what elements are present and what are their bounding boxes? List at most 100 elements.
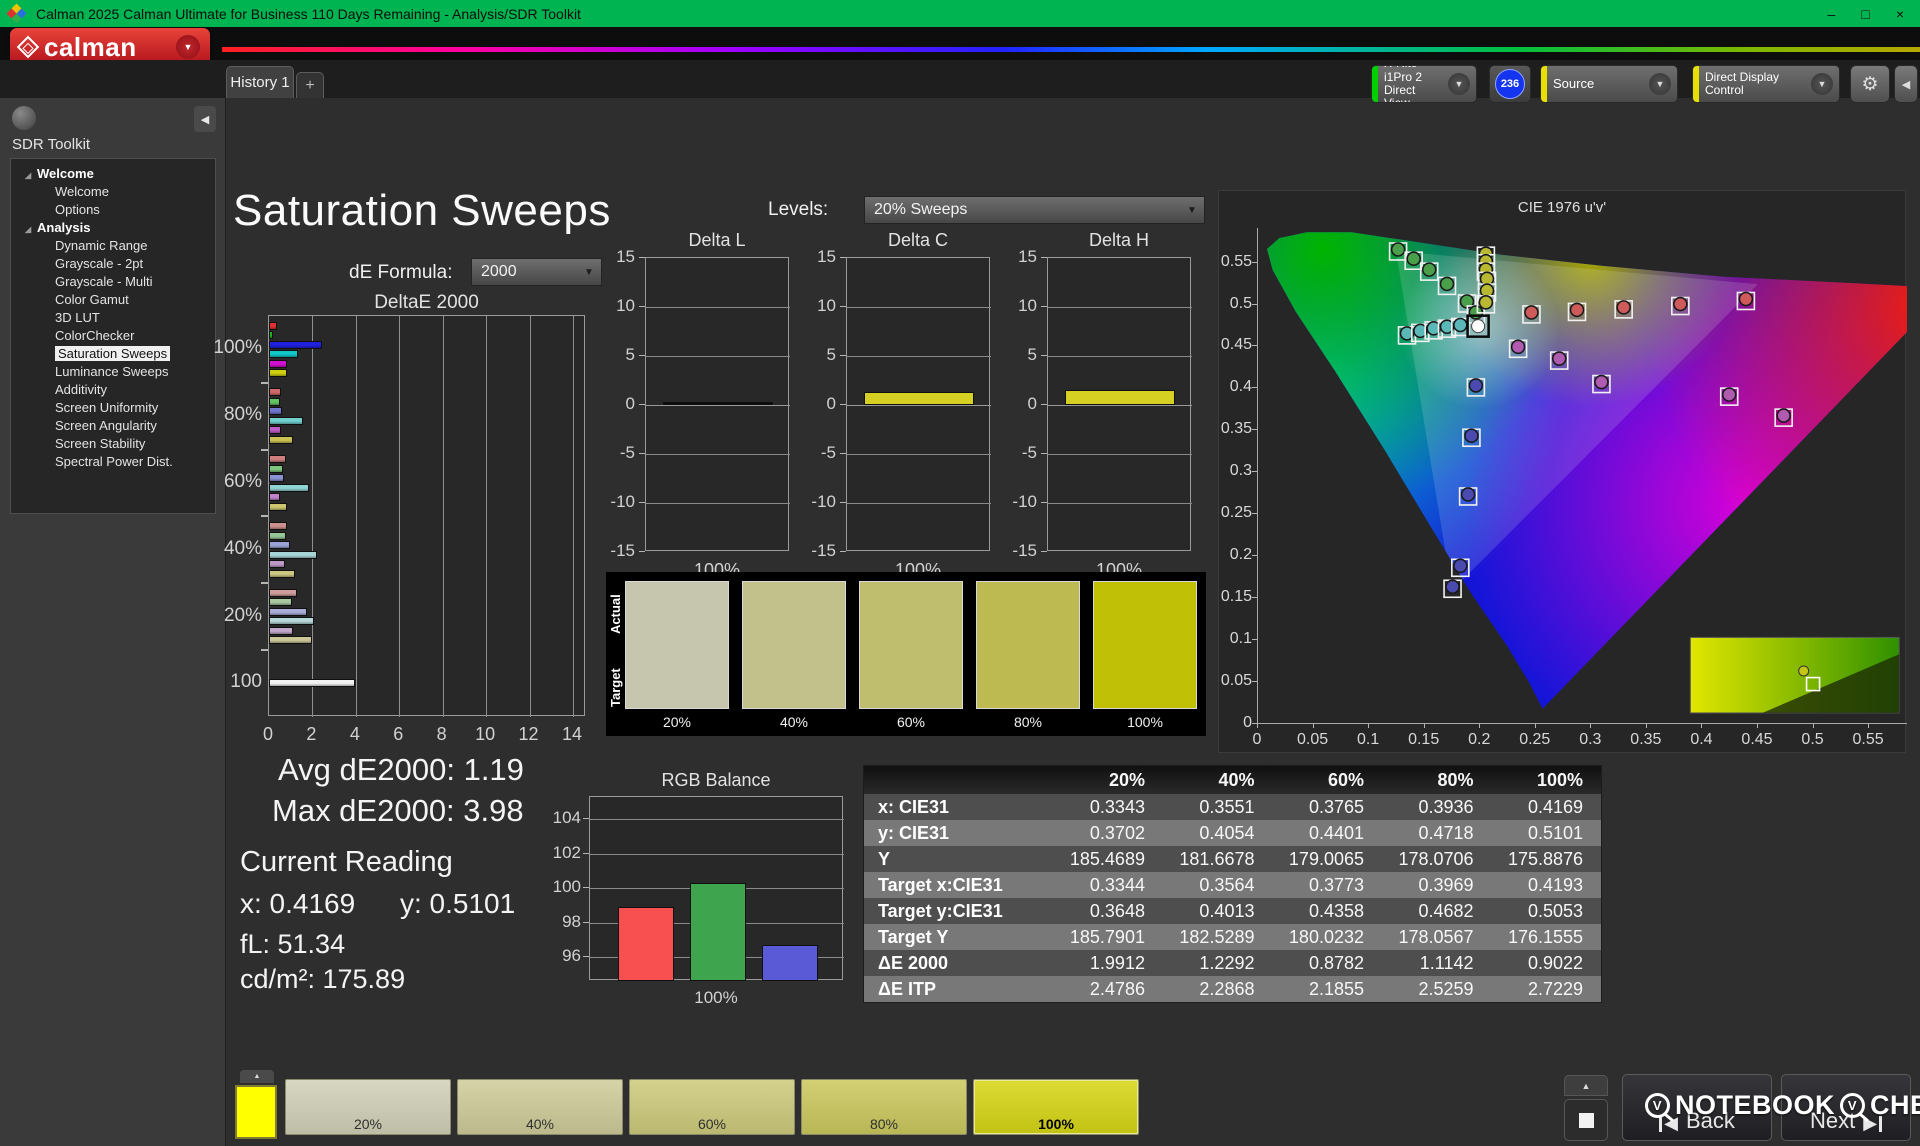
y-tick-label: 0.2 (1229, 546, 1252, 564)
chevron-down-icon[interactable]: ▼ (1448, 73, 1470, 95)
y-group-label: 100 (230, 671, 262, 693)
cell-value: 0.4013 (1199, 900, 1255, 921)
y-tick-label: 15 (817, 247, 836, 266)
axis-tick (639, 453, 645, 454)
sidebar-item-screen-angularity[interactable]: Screen Angularity (11, 417, 215, 435)
sidebar-item-color-gamut[interactable]: Color Gamut (11, 291, 215, 309)
settings-button[interactable]: ⚙ (1850, 65, 1890, 103)
minimize-icon[interactable]: – (1828, 6, 1836, 22)
axis-tick (1312, 723, 1314, 728)
chart-title: DeltaE 2000 (374, 292, 479, 313)
cell-value: 0.3343 (1089, 796, 1145, 817)
tab-history-1[interactable]: History 1 (226, 66, 294, 98)
cell-value: 2.5259 (1418, 978, 1474, 999)
y-tick-label: 0.05 (1220, 672, 1252, 690)
chevron-left-icon: ◀ (200, 113, 210, 126)
x-tick-label: 14 (561, 724, 582, 744)
y-tick-label: 5 (625, 345, 635, 364)
sidebar-item-welcome[interactable]: Welcome (11, 183, 215, 201)
gridline (442, 316, 444, 717)
sidebar-item-screen-stability[interactable]: Screen Stability (11, 435, 215, 453)
pattern-button-40%[interactable]: 40% (457, 1079, 623, 1135)
y-tick-label: 10 (616, 296, 635, 315)
target-row-label: Target (608, 668, 623, 707)
pattern-button-60%[interactable]: 60% (629, 1079, 795, 1135)
cell-value: 2.4786 (1089, 978, 1145, 999)
tree-item-label: ColorChecker (55, 328, 135, 343)
axis-tick (261, 448, 268, 451)
sidebar-item-options[interactable]: Options (11, 201, 215, 219)
pattern-button-80%[interactable]: 80% (801, 1079, 967, 1135)
pattern-button-20%[interactable]: 20% (285, 1079, 451, 1135)
de-bar (269, 541, 290, 550)
source-dropdown[interactable]: Source ▼ (1540, 65, 1678, 103)
gridline (847, 356, 991, 357)
measurement-point-blue (1453, 558, 1468, 574)
app-window: Calman 2025 Calman Ultimate for Business… (0, 0, 1920, 1146)
window-title: Calman 2025 Calman Ultimate for Business… (36, 5, 581, 22)
y-tick-label: 0.55 (1220, 252, 1252, 270)
sidebar-item-additivity[interactable]: Additivity (11, 381, 215, 399)
tree-group-analysis[interactable]: ◢ Analysis (11, 219, 215, 237)
workflow-orb-icon[interactable] (12, 106, 36, 130)
table-row: Y 185.4689 181.6678 179.0065 178.0706 175.887… (864, 846, 1601, 872)
collapse-right-panel-button[interactable]: ◀ (1894, 65, 1918, 103)
sidebar-item-screen-uniformity[interactable]: Screen Uniformity (11, 399, 215, 417)
measurement-point-yellow (1478, 295, 1494, 310)
sidebar-item-spectral-power-dist-[interactable]: Spectral Power Dist. (11, 453, 215, 471)
y-tick-label: 10 (1018, 296, 1037, 315)
add-tab-button[interactable]: + (296, 72, 324, 98)
levels-dropdown[interactable]: 20% Sweeps ▼ (864, 196, 1205, 224)
x-tick-label: 0.3 (1579, 731, 1602, 748)
current-fl-value: fL: 51.34 (240, 929, 346, 959)
collapse-sidebar-button[interactable]: ◀ (194, 106, 216, 132)
y-tick-label: -15 (811, 541, 836, 560)
delta-bar (663, 402, 773, 405)
tree-group-welcome[interactable]: ◢ Welcome (11, 165, 215, 183)
x-tick-label: 6 (393, 724, 404, 744)
meter-dropdown[interactable]: X-Rite i1Pro 2Direct View ▼ (1371, 65, 1477, 103)
y-tick-label: 104 (552, 808, 581, 828)
gridline (312, 316, 314, 717)
pattern-button-100%[interactable]: 100% (973, 1079, 1139, 1135)
avg-de2000-value: Avg dE2000: 1.19 (278, 752, 524, 787)
x-tick-label: 0.25 (1519, 731, 1551, 748)
column-header: 40% (1218, 769, 1255, 790)
up-arrow-icon: ▲ (253, 1073, 261, 1080)
measurement-point-blue (1460, 487, 1476, 502)
axis-tick (583, 921, 589, 923)
tree-item-label: Grayscale - Multi (55, 274, 153, 289)
maximize-icon[interactable]: □ (1861, 6, 1869, 22)
cell-value: 1.2292 (1199, 952, 1255, 973)
sidebar-item-saturation-sweeps[interactable]: Saturation Sweeps (11, 345, 215, 363)
rainbow-divider (222, 47, 1920, 52)
sidebar-item-colorchecker[interactable]: ColorChecker (11, 327, 215, 345)
pattern-scroll-up-button[interactable]: ▲ (240, 1070, 274, 1083)
rgb-balance-chart: RGB Balance 96 98 100 102 104 100% (535, 770, 865, 1007)
close-icon[interactable]: × (1896, 6, 1904, 22)
delta-h-chart: Delta H 15 10 5 0 -5 -10 -15 100% (987, 230, 1207, 590)
axis-tick (1041, 257, 1047, 258)
current-pattern-swatch[interactable] (235, 1085, 277, 1139)
sidebar-item-3d-lut[interactable]: 3D LUT (11, 309, 215, 327)
sidebar-item-luminance-sweeps[interactable]: Luminance Sweeps (11, 363, 215, 381)
notebookcheck-watermark: V NOTEBOOK V CHECK (1645, 1090, 1920, 1121)
chevron-down-icon[interactable]: ▼ (1811, 73, 1833, 95)
chevron-down-icon[interactable]: ▼ (1649, 73, 1671, 95)
chevron-down-icon[interactable]: ▼ (176, 35, 200, 59)
de-formula-dropdown[interactable]: 2000 ▼ (471, 258, 602, 286)
stop-button[interactable] (1564, 1099, 1608, 1141)
meter-count-badge[interactable]: 236 (1489, 65, 1531, 103)
display-control-dropdown[interactable]: Direct Display Control ▼ (1692, 65, 1840, 103)
column-header: 100% (1536, 769, 1584, 790)
swatch-label: 20% (662, 714, 692, 730)
tree-expanded-icon: ◢ (25, 171, 32, 180)
panel-scroll-up-button[interactable]: ▲ (1564, 1075, 1608, 1096)
cell-value: 2.2868 (1199, 978, 1255, 999)
sidebar-item-grayscale-2pt[interactable]: Grayscale - 2pt (11, 255, 215, 273)
cell-value: 0.3936 (1418, 796, 1474, 817)
stop-icon (1578, 1112, 1594, 1128)
sidebar-item-dynamic-range[interactable]: Dynamic Range (11, 237, 215, 255)
sidebar-item-grayscale-multi[interactable]: Grayscale - Multi (11, 273, 215, 291)
axis-tick (840, 404, 846, 405)
